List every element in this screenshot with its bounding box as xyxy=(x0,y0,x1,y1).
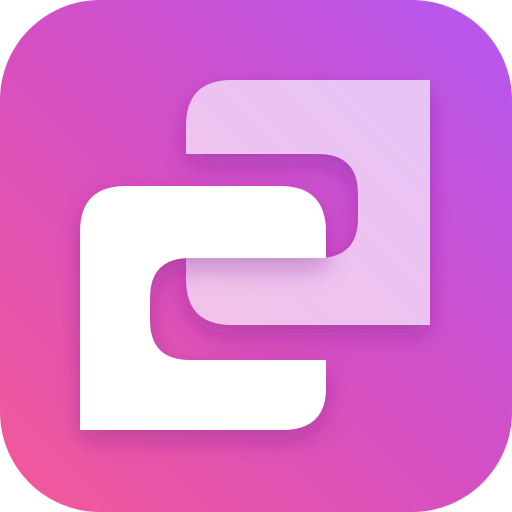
overlapping-frames-icon xyxy=(80,80,430,430)
app-icon-tile[interactable] xyxy=(0,0,512,512)
